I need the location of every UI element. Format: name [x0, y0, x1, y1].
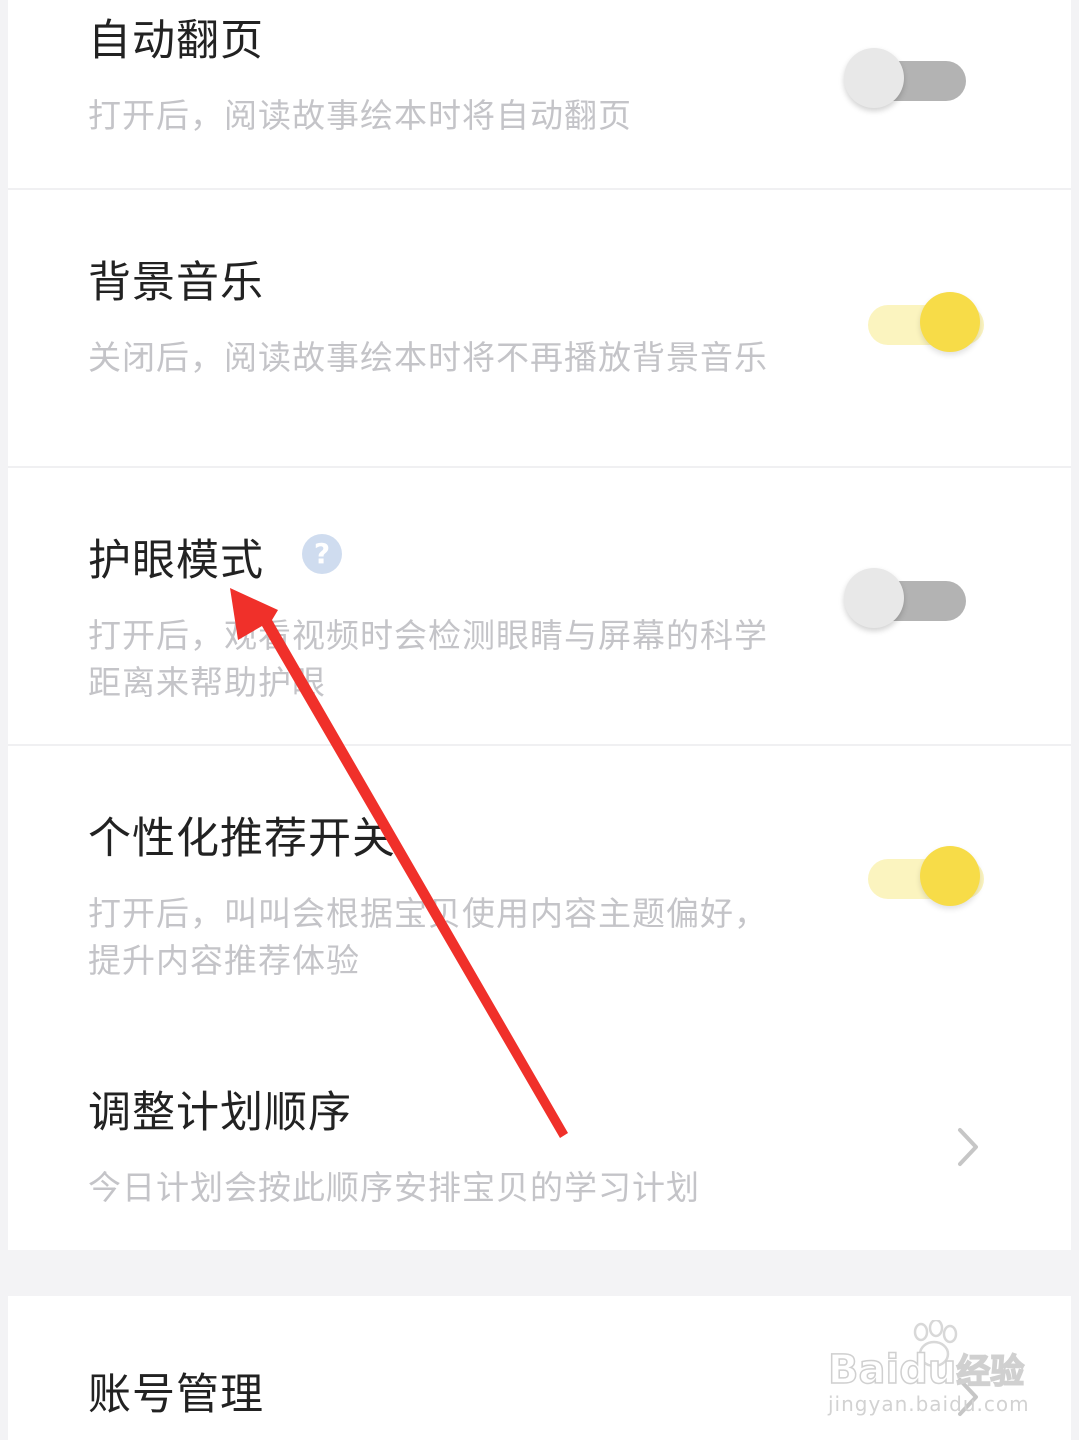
setting-background-music[interactable]: 背景音乐 关闭后，阅读故事绘本时将不再播放背景音乐 — [8, 190, 1071, 466]
account-management-title: 账号管理 — [88, 1370, 264, 1420]
toggle-knob — [920, 292, 980, 352]
settings-card: 自动翻页 打开后，阅读故事绘本时将自动翻页 背景音乐 关闭后，阅读故事绘本时将不… — [8, 0, 1071, 1250]
setting-description: 打开后，叫叫会根据宝贝使用内容主题偏好，提升内容推荐体验 — [88, 894, 768, 980]
setting-eye-care-mode[interactable]: 护眼模式 ? 打开后，观看视频时会检测眼睛与屏幕的科学距离来帮助护眼 — [8, 468, 1071, 744]
question-circle-icon[interactable]: ? — [302, 534, 342, 574]
setting-title: 护眼模式 — [88, 536, 264, 586]
watermark-brand-du: du — [898, 1346, 957, 1394]
toggle-knob — [920, 846, 980, 906]
chevron-right-icon[interactable] — [952, 1122, 982, 1172]
toggle-knob — [844, 48, 904, 108]
watermark-suffix: 经验 — [956, 1351, 1026, 1393]
baidu-jingyan-watermark: Baidu经验 jingyan.baidu.com — [826, 1318, 1029, 1420]
setting-description: 打开后，阅读故事绘本时将自动翻页 — [88, 96, 632, 135]
setting-auto-page-turn[interactable]: 自动翻页 打开后，阅读故事绘本时将自动翻页 — [8, 0, 1071, 188]
watermark-url: jingyan.baidu.com — [828, 1392, 1030, 1416]
setting-title: 背景音乐 — [88, 258, 264, 308]
personalized-recommendation-toggle[interactable] — [868, 842, 1008, 912]
setting-description: 打开后，观看视频时会检测眼睛与屏幕的科学距离来帮助护眼 — [88, 616, 768, 702]
setting-description: 今日计划会按此顺序安排宝贝的学习计划 — [88, 1168, 700, 1207]
toggle-knob — [844, 568, 904, 628]
setting-title: 自动翻页 — [88, 16, 264, 66]
setting-title: 个性化推荐开关 — [88, 814, 396, 864]
watermark-brand: Bai — [827, 1346, 900, 1394]
setting-description: 关闭后，阅读故事绘本时将不再播放背景音乐 — [88, 338, 768, 377]
auto-page-turn-toggle[interactable] — [844, 44, 984, 114]
setting-title: 调整计划顺序 — [88, 1088, 352, 1138]
section-gap — [8, 1250, 1071, 1296]
setting-adjust-plan-order[interactable]: 调整计划顺序 今日计划会按此顺序安排宝贝的学习计划 — [8, 1026, 1071, 1250]
background-music-toggle[interactable] — [868, 288, 1008, 358]
eye-care-mode-toggle[interactable] — [844, 564, 984, 634]
setting-personalized-recommendation[interactable]: 个性化推荐开关 打开后，叫叫会根据宝贝使用内容主题偏好，提升内容推荐体验 — [8, 746, 1071, 1026]
